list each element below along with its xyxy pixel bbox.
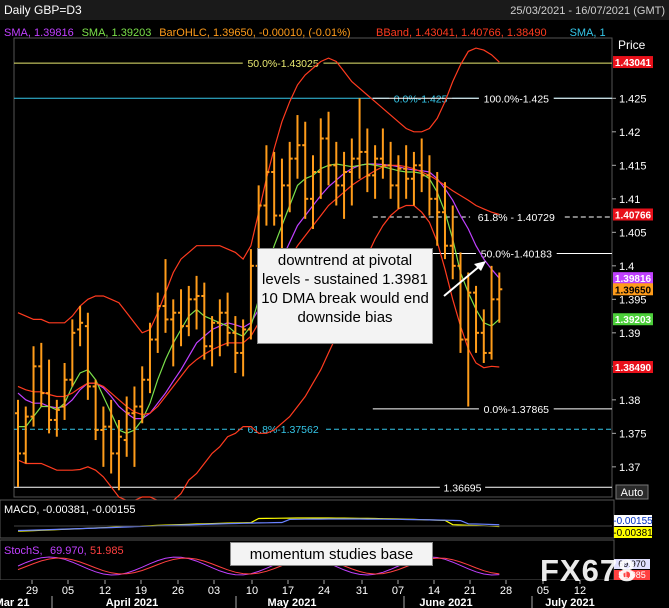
price-tick-label: 1.375 (619, 428, 647, 440)
month-label: July 2021 (545, 597, 595, 608)
level-label-0: 50.0%-1.43025 (247, 58, 318, 70)
price-tick-label: 1.38 (619, 395, 640, 407)
price-tick-label: 1.415 (619, 160, 647, 172)
time-tick-label: 07 (392, 585, 404, 597)
price-badge-text-1: 1.40766 (615, 210, 652, 221)
watermark-logo: FX678 (540, 553, 637, 588)
annotation-downtrend-note: downtrend at pivotal levels - sustained … (257, 248, 433, 344)
legend-item-0: SMA, 1.39816 (4, 27, 74, 39)
auto-label: Auto (621, 487, 644, 499)
date-range: 25/03/2021 - 16/07/2021 (GMT) (510, 5, 665, 17)
month-label: April 2021 (106, 597, 159, 608)
level-label-4: 50.0%-1.40183 (481, 249, 552, 261)
level-label-3: 61.8% - 1.40729 (478, 212, 555, 224)
month-label: Mar 21 (0, 597, 29, 608)
level-label-6: 61.8%-1.37562 (247, 424, 318, 436)
month-label: May 2021 (268, 597, 317, 608)
time-tick-label: 03 (208, 585, 220, 597)
macd-panel[interactable]: MACD, -0.00381, -0.00155 -0.00155 -0.003… (0, 499, 653, 539)
time-tick-label: 28 (500, 585, 512, 597)
price-tick-label: 1.405 (619, 227, 647, 239)
time-tick-label: 19 (135, 585, 147, 597)
stoch-label-name: StochS, (4, 545, 43, 557)
price-axis-label: Price (618, 38, 646, 52)
chart-title: Daily GBP=D3 (4, 3, 82, 17)
price-badge-text-5: 1.38490 (615, 363, 652, 374)
time-tick-label: 24 (318, 585, 330, 597)
time-tick-label: 31 (356, 585, 368, 597)
price-tick-label: 1.4 (619, 261, 634, 273)
price-tick-label: 1.42 (619, 127, 640, 139)
price-tick-label: 1.425 (619, 93, 647, 105)
time-tick-label: 26 (172, 585, 184, 597)
price-badge-text-3: 1.39650 (615, 285, 652, 296)
legend-item-3: BBand, 1.43041, 1.40766, 1.38490 (376, 27, 547, 39)
legend-item-2: BarOHLC, 1.39650, -0.00010, (-0.01%) (159, 27, 350, 39)
macd-badge-signal-text: -0.00155 (613, 516, 653, 527)
annotation-momentum-note: momentum studies base (230, 542, 433, 566)
level-label-5: 0.0%-1.37865 (484, 404, 550, 416)
month-label: June 2021 (419, 597, 472, 608)
legend-item-1: SMA, 1.39203 (82, 27, 152, 39)
macd-badge-main-text: -0.00381 (613, 528, 653, 539)
price-tick-label: 1.41 (619, 194, 640, 206)
price-tick-label: 1.39 (619, 328, 640, 340)
level-label-1: 0.0%-1.425 (394, 93, 448, 105)
level-label-7: 1.36695 (444, 482, 482, 494)
indicator-legend: SMA, 1.39816 SMA, 1.39203 BarOHLC, 1.39650… (4, 27, 606, 39)
stoch-value-1: 69.970, (50, 545, 87, 557)
macd-label: MACD, -0.00381, -0.00155 (4, 504, 135, 516)
time-tick-label: 10 (246, 585, 258, 597)
time-tick-label: 29 (26, 585, 38, 597)
level-label-2: 100.0%-1.425 (484, 93, 550, 105)
time-tick-label: 17 (282, 585, 294, 597)
time-tick-label: 05 (62, 585, 74, 597)
price-badge-text-0: 1.43041 (615, 58, 652, 69)
stoch-value-2: 51.985 (90, 545, 124, 557)
price-badge-text-4: 1.39203 (615, 315, 652, 326)
time-tick-label: 21 (464, 585, 476, 597)
price-tick-label: 1.37 (619, 462, 640, 474)
time-tick-label: 12 (99, 585, 111, 597)
time-tick-label: 14 (428, 585, 440, 597)
legend-item-4: SMA, 1 (570, 27, 606, 39)
